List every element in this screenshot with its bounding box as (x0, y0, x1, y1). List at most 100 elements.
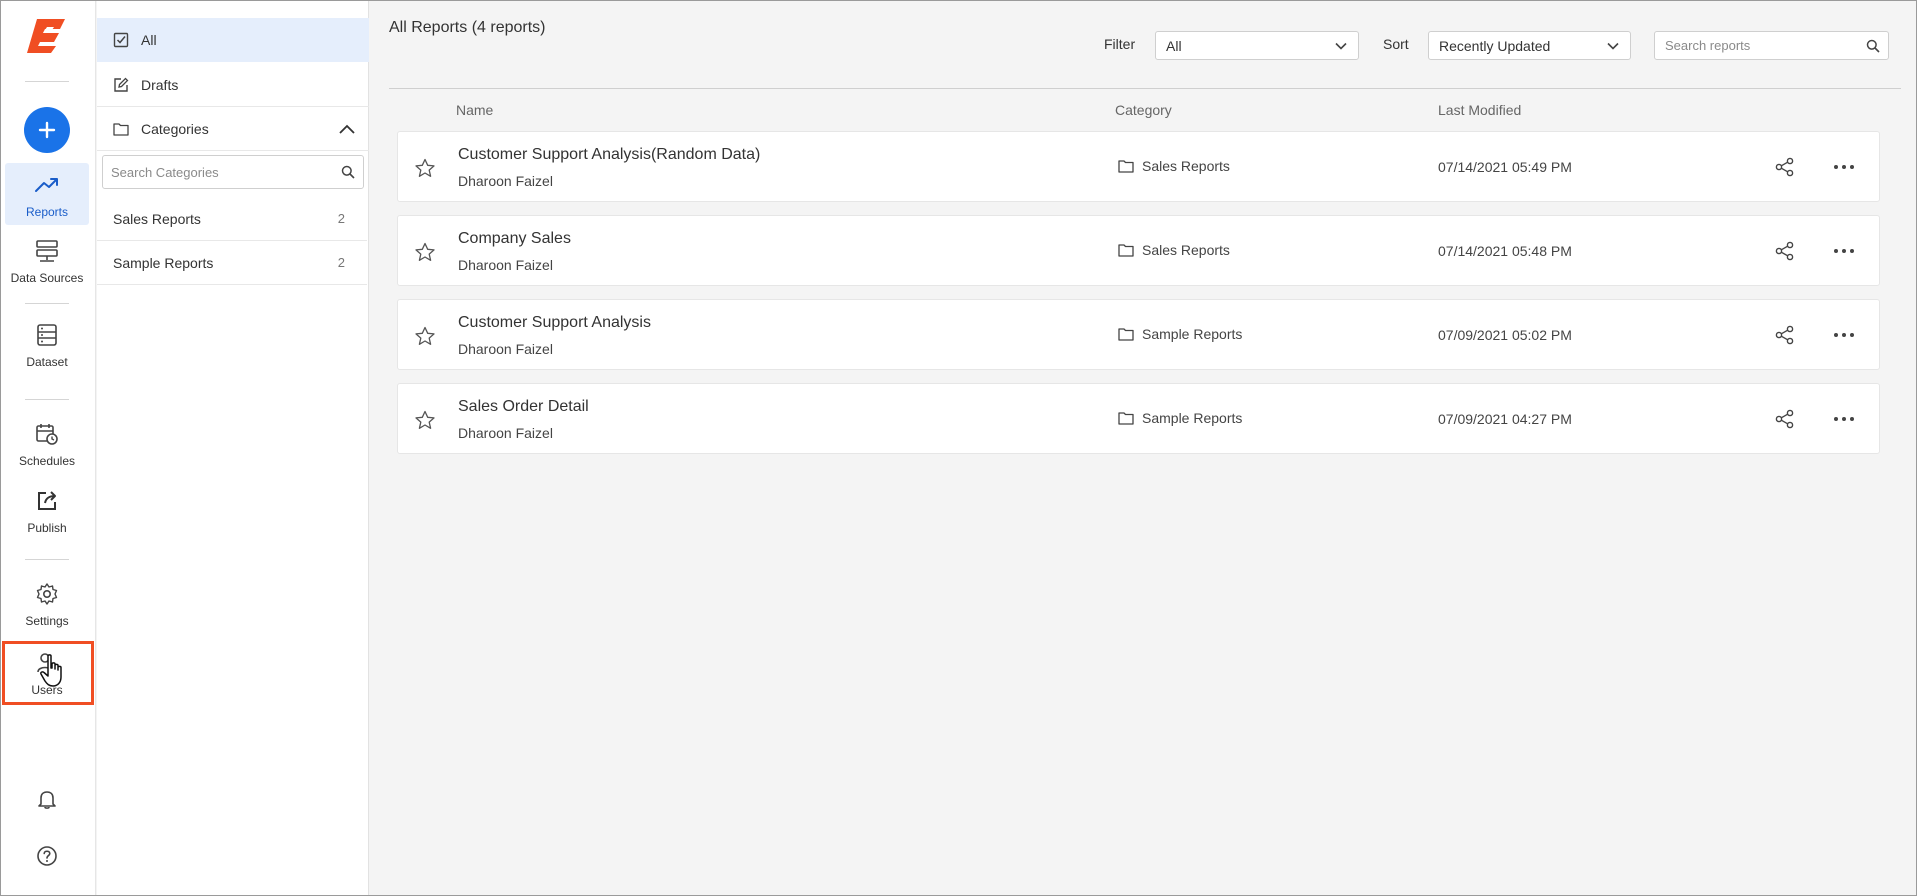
header-divider (389, 88, 1901, 89)
users-icon (33, 649, 61, 677)
report-category-label: Sample Reports (1142, 410, 1243, 426)
nav-item-dataset[interactable]: Dataset (5, 321, 89, 369)
filter-drafts[interactable]: Drafts (97, 63, 369, 107)
filter-all-label: All (141, 32, 157, 48)
categories-panel: All Drafts Categories Sales Reports 2 Sa… (97, 1, 369, 895)
help-icon (37, 846, 57, 866)
star-icon[interactable] (414, 242, 436, 262)
category-count: 2 (337, 211, 345, 226)
folder-icon (1118, 328, 1134, 341)
report-owner: Dharoon Faizel (458, 425, 553, 441)
report-name[interactable]: Company Sales (458, 230, 571, 248)
star-icon[interactable] (414, 326, 436, 346)
category-name: Sample Reports (113, 254, 214, 271)
report-modified-date: 07/09/2021 04:27 PM (1438, 411, 1572, 427)
filter-value: All (1166, 37, 1182, 54)
categories-toggle[interactable]: Categories (97, 107, 369, 151)
report-category: Sales Reports (1118, 242, 1230, 258)
nav-item-label: Settings (25, 614, 69, 628)
nav-item-label: Dataset (26, 355, 68, 369)
folder-icon (113, 120, 131, 138)
more-options-icon[interactable] (1832, 408, 1856, 430)
more-options-icon[interactable] (1832, 240, 1856, 262)
report-category: Sample Reports (1118, 410, 1242, 426)
report-modified-date: 07/14/2021 05:48 PM (1438, 243, 1572, 259)
report-row[interactable]: Customer Support Analysis(Random Data) D… (397, 131, 1880, 202)
nav-item-label: Users (31, 683, 63, 697)
filter-all[interactable]: All (97, 18, 369, 62)
notifications-button[interactable] (33, 785, 61, 813)
nav-item-label: Data Sources (10, 271, 84, 285)
search-icon[interactable] (1866, 39, 1880, 53)
report-modified-date: 07/09/2021 05:02 PM (1438, 327, 1572, 343)
categories-label: Categories (141, 120, 209, 137)
help-button[interactable] (33, 842, 61, 870)
report-modified-date: 07/14/2021 05:49 PM (1438, 159, 1572, 175)
more-options-icon[interactable] (1832, 324, 1856, 346)
report-search-input[interactable] (1655, 32, 1855, 59)
folder-icon (1118, 160, 1134, 173)
edit-icon (113, 76, 131, 94)
app-logo-icon[interactable] (23, 15, 71, 55)
page-title: All Reports (4 reports) (389, 19, 546, 36)
filter-dropdown[interactable]: All (1155, 31, 1359, 60)
column-header-category: Category (1115, 102, 1172, 118)
report-name[interactable]: Sales Order Detail (458, 398, 589, 416)
nav-item-reports[interactable]: Reports (5, 163, 89, 225)
report-owner: Dharoon Faizel (458, 257, 553, 273)
left-nav: Reports Data Sources Dataset Schedules P… (1, 1, 96, 895)
share-icon[interactable] (1774, 408, 1796, 430)
report-name[interactable]: Customer Support Analysis (458, 314, 651, 332)
report-row[interactable]: Customer Support Analysis Dharoon Faizel… (397, 299, 1880, 370)
filter-drafts-label: Drafts (141, 76, 179, 93)
sort-value: Recently Updated (1439, 37, 1551, 54)
nav-item-publish[interactable]: Publish (5, 487, 89, 535)
chevron-up-icon[interactable] (337, 121, 357, 137)
nav-item-label: Schedules (18, 454, 76, 468)
report-category-label: Sales Reports (1142, 158, 1230, 174)
report-search-box (1654, 31, 1889, 60)
column-header-last-modified: Last Modified (1438, 102, 1522, 118)
share-icon[interactable] (1774, 240, 1796, 262)
nav-divider (25, 81, 69, 82)
share-icon[interactable] (1774, 156, 1796, 178)
sort-dropdown[interactable]: Recently Updated (1428, 31, 1631, 60)
search-icon[interactable] (341, 165, 355, 179)
sort-label: Sort (1383, 36, 1409, 52)
nav-item-data-sources[interactable]: Data Sources (5, 237, 89, 285)
report-category: Sales Reports (1118, 158, 1230, 174)
dataset-icon (33, 321, 61, 349)
nav-item-settings[interactable]: Settings (5, 580, 89, 628)
nav-divider (25, 303, 69, 304)
gear-icon (33, 580, 61, 608)
checkbox-checked-icon (113, 31, 131, 49)
folder-icon (1118, 244, 1134, 257)
report-name[interactable]: Customer Support Analysis(Random Data) (458, 146, 760, 164)
star-icon[interactable] (414, 158, 436, 178)
star-icon[interactable] (414, 410, 436, 430)
nav-item-users[interactable]: Users (5, 649, 89, 697)
category-count: 2 (337, 255, 345, 270)
report-owner: Dharoon Faizel (458, 341, 553, 357)
category-search-input[interactable] (103, 156, 323, 188)
filter-label: Filter (1104, 36, 1136, 52)
category-search-box (102, 155, 364, 189)
report-row[interactable]: Sales Order Detail Dharoon Faizel Sample… (397, 383, 1880, 454)
calendar-clock-icon (33, 420, 61, 448)
share-icon[interactable] (1774, 324, 1796, 346)
nav-item-schedules[interactable]: Schedules (5, 420, 89, 468)
category-item-sample-reports[interactable]: Sample Reports 2 (97, 241, 367, 285)
chevron-down-icon (1607, 42, 1619, 50)
app-window: Reports Data Sources Dataset Schedules P… (0, 0, 1917, 896)
chevron-down-icon (1335, 42, 1347, 50)
category-item-sales-reports[interactable]: Sales Reports 2 (97, 197, 367, 241)
nav-item-label: Publish (27, 521, 67, 535)
report-owner: Dharoon Faizel (458, 173, 553, 189)
folder-icon (1118, 412, 1134, 425)
create-new-button[interactable] (24, 107, 70, 153)
more-options-icon[interactable] (1832, 156, 1856, 178)
nav-item-label: Reports (25, 205, 69, 219)
nav-divider (25, 559, 69, 560)
report-row[interactable]: Company Sales Dharoon Faizel Sales Repor… (397, 215, 1880, 286)
nav-divider (25, 399, 69, 400)
